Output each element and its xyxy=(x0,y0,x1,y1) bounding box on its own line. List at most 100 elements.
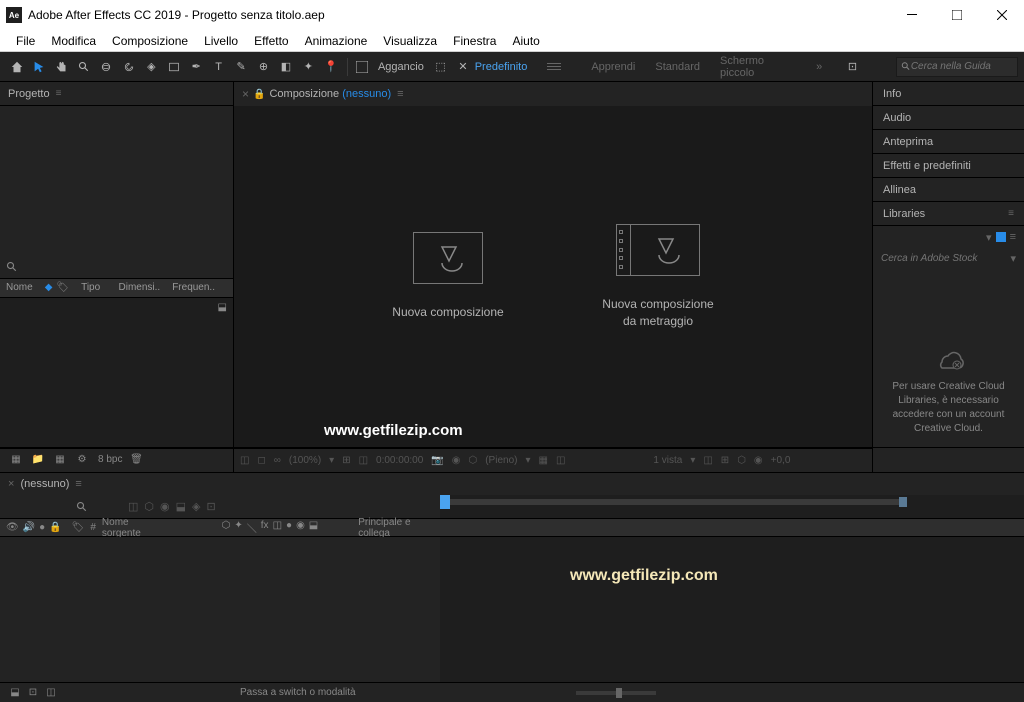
menu-view[interactable]: Visualizza xyxy=(375,32,445,50)
menu-edit[interactable]: Modifica xyxy=(43,32,104,50)
ct-btn16[interactable]: ⬡ xyxy=(737,455,746,466)
clone-tool[interactable]: ⊕ xyxy=(253,56,274,78)
workspace-menu-icon[interactable] xyxy=(547,63,561,70)
tl-icon6[interactable]: ⊡ xyxy=(207,500,216,513)
timeline-ruler-area[interactable] xyxy=(440,495,1024,518)
close-button[interactable] xyxy=(979,0,1024,30)
quality-label[interactable]: (Pieno) xyxy=(485,455,517,466)
brush-tool[interactable]: ✎ xyxy=(230,56,251,78)
bpc-label[interactable]: 8 bpc xyxy=(98,454,122,465)
col-source-name[interactable]: Nome sorgente xyxy=(102,517,162,539)
zoom-tool[interactable] xyxy=(73,56,94,78)
menu-window[interactable]: Finestra xyxy=(445,32,504,50)
help-search-input[interactable] xyxy=(911,61,1013,72)
lib-dropdown-icon[interactable]: ▾ xyxy=(986,231,992,244)
project-item-list[interactable]: ⬓ xyxy=(0,298,233,448)
libraries-search[interactable]: ▾ xyxy=(873,248,1024,268)
ct-btn14[interactable]: ◫ xyxy=(703,455,712,466)
menu-help[interactable]: Aiuto xyxy=(504,32,547,50)
ct-btn5[interactable]: ⊞ xyxy=(342,455,350,466)
panel-preview[interactable]: Anteprima xyxy=(873,130,1024,154)
sw-icon6[interactable]: ● xyxy=(286,520,292,535)
timeline-tracks-area[interactable] xyxy=(440,537,1024,682)
timeline-search[interactable] xyxy=(76,501,88,513)
lock-icon[interactable]: 🔒 xyxy=(253,89,265,100)
workspace-more-icon[interactable]: » xyxy=(816,61,822,73)
menu-layer[interactable]: Livello xyxy=(196,32,246,50)
lib-search-dropdown-icon[interactable]: ▾ xyxy=(1010,252,1016,265)
sw-icon5[interactable]: ◫ xyxy=(273,520,282,535)
ct-btn12[interactable]: ◫ xyxy=(556,455,565,466)
panel-menu-icon[interactable]: ≡ xyxy=(56,88,62,99)
ct-btn13[interactable]: ▾ xyxy=(690,455,695,466)
lib-grid-icon[interactable] xyxy=(996,232,1006,242)
panel-effects[interactable]: Effetti e predefiniti xyxy=(873,154,1024,178)
panel-libraries[interactable]: Libraries≡ xyxy=(873,202,1024,226)
ct-btn3[interactable]: ∞ xyxy=(274,455,281,466)
ct-btn1[interactable]: ◫ xyxy=(240,455,249,466)
project-search[interactable] xyxy=(0,256,233,278)
ct-btn15[interactable]: ⊞ xyxy=(721,455,729,466)
col-parent[interactable]: Principale e collega xyxy=(358,517,434,539)
timeline-zoom-slider[interactable] xyxy=(576,691,656,695)
hand-tool[interactable] xyxy=(51,56,72,78)
panel-info[interactable]: Info xyxy=(873,82,1024,106)
delete-icon[interactable]: 🗑 xyxy=(126,451,146,469)
selection-tool[interactable] xyxy=(28,56,49,78)
flowchart-icon[interactable]: ⬓ xyxy=(218,302,227,313)
panel-menu-icon[interactable]: ≡ xyxy=(397,88,403,100)
close-tab-icon[interactable]: × xyxy=(242,87,249,101)
sw-icon4[interactable]: fx xyxy=(261,520,269,535)
menu-composition[interactable]: Composizione xyxy=(104,32,196,50)
menu-file[interactable]: File xyxy=(8,32,43,50)
ct-btn9[interactable]: ⬡ xyxy=(468,455,477,466)
interpret-footage-icon[interactable]: ▦ xyxy=(6,451,26,469)
help-search[interactable] xyxy=(896,57,1018,77)
timeline-body[interactable]: www.getfilezip.com xyxy=(0,537,1024,682)
puppet-tool[interactable]: 📍 xyxy=(320,56,341,78)
col-number[interactable]: # xyxy=(90,522,96,533)
sw-icon3[interactable]: ＼ xyxy=(247,520,257,535)
composition-tab[interactable]: × 🔒 Composizione (nessuno) ≡ xyxy=(234,82,872,106)
roto-tool[interactable]: ✦ xyxy=(298,56,319,78)
workspace-reset-icon[interactable]: ⊡ xyxy=(842,56,863,78)
panel-menu-icon[interactable]: ≡ xyxy=(75,478,81,490)
ct-btn10[interactable]: ▾ xyxy=(525,455,530,466)
project-panel-tab[interactable]: Progetto ≡ xyxy=(0,82,233,106)
timeline-layers-column[interactable] xyxy=(0,537,440,682)
pen-tool[interactable]: ✒ xyxy=(186,56,207,78)
snap-opt1-icon[interactable]: ⬚ xyxy=(430,56,451,78)
anchor-tool[interactable]: ◈ xyxy=(141,56,162,78)
ct-btn4[interactable]: ▾ xyxy=(329,455,334,466)
ct-btn11[interactable]: ▦ xyxy=(539,455,548,466)
maximize-button[interactable] xyxy=(934,0,979,30)
timecode[interactable]: 0:00:00:00 xyxy=(376,455,423,466)
tl-icon4[interactable]: ⬓ xyxy=(176,500,186,513)
timeline-playhead[interactable] xyxy=(440,495,450,509)
ct-btn2[interactable]: ◻ xyxy=(257,455,265,466)
tl-icon5[interactable]: ◈ xyxy=(192,500,200,513)
tl-icon1[interactable]: ◫ xyxy=(128,500,138,513)
sw-icon7[interactable]: ◉ xyxy=(296,520,305,535)
new-composition-from-footage-card[interactable]: Nuova composizione da metraggio xyxy=(578,224,738,330)
minimize-button[interactable] xyxy=(889,0,934,30)
ct-btn17[interactable]: ◉ xyxy=(754,455,763,466)
panel-align[interactable]: Allinea xyxy=(873,178,1024,202)
rotate-tool[interactable] xyxy=(118,56,139,78)
home-icon[interactable] xyxy=(6,56,27,78)
lib-list-icon[interactable]: ≡ xyxy=(1010,231,1016,243)
col-type[interactable]: Tipo xyxy=(81,282,100,293)
audio-col-icon[interactable]: 🔊 xyxy=(23,522,35,533)
workspace-learn[interactable]: Apprendi xyxy=(591,61,635,73)
col-freq[interactable]: Frequen.. xyxy=(172,282,215,293)
col-label-icon[interactable]: 🏷 xyxy=(56,282,69,293)
ct-btn7[interactable]: 📷 xyxy=(431,455,443,466)
zoom-level[interactable]: (100%) xyxy=(289,455,321,466)
sb-icon3[interactable]: ◫ xyxy=(42,687,60,698)
sw-icon8[interactable]: ⬓ xyxy=(309,520,318,535)
menu-animation[interactable]: Animazione xyxy=(297,32,376,50)
project-settings-icon[interactable]: ⚙ xyxy=(72,451,92,469)
timeline-tab[interactable]: × (nessuno) ≡ xyxy=(0,473,1024,495)
col-label-icon[interactable]: 🏷 xyxy=(72,522,85,533)
exposure-value[interactable]: +0,0 xyxy=(771,455,791,466)
